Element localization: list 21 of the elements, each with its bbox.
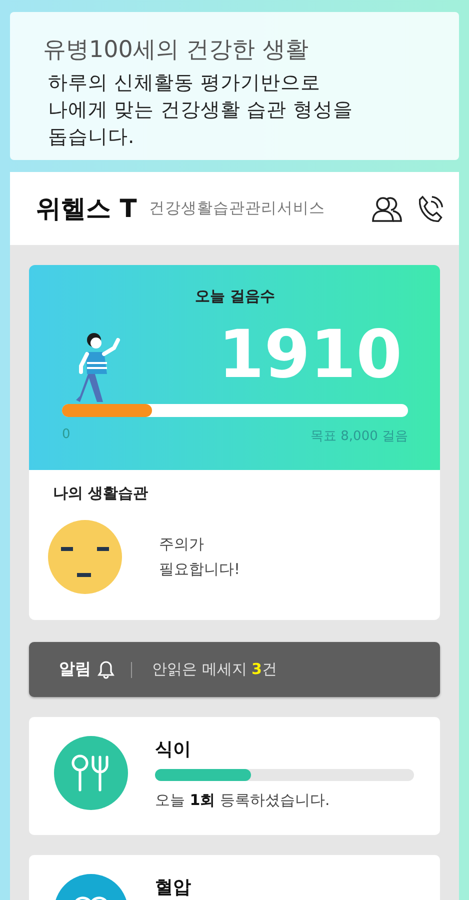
- intro-text: 하루의 신체활동 평가기반으로: [47, 70, 322, 96]
- steps-label: 오늘 걸음수: [194, 287, 276, 306]
- alert-label[interactable]: 알림: [59, 659, 91, 680]
- habit-section-title: 나의 생활습관: [53, 484, 150, 503]
- step-count: 1910: [217, 322, 403, 388]
- bell-icon[interactable]: [97, 660, 115, 679]
- habit-status-text: 주의가: [159, 535, 205, 554]
- intro-text: 돕습니다.: [47, 124, 136, 150]
- app-title: 위헬스 T: [36, 193, 137, 225]
- habit-title: 식이: [155, 738, 192, 761]
- progress-min-label: 0: [62, 427, 70, 444]
- habit-title: 혈압: [155, 876, 192, 899]
- phone-icon[interactable]: [417, 194, 445, 224]
- neutral-face-icon: [47, 519, 123, 595]
- unread-message-text[interactable]: 안읽은 메세지 3건: [152, 660, 277, 679]
- progress-goal-label: 목표 8,000 걸음: [310, 428, 408, 445]
- intro-title: 유병100세의 건강한 생활: [43, 36, 310, 65]
- app-subtitle: 건강생활습관관리서비스: [148, 198, 326, 219]
- intro-text: 나에게 맞는 건강생활 습관 형성을: [47, 97, 354, 123]
- habit-status-text: 필요합니다!: [159, 560, 240, 579]
- habit-message: 오늘 1회 등록하셨습니다.: [155, 791, 331, 810]
